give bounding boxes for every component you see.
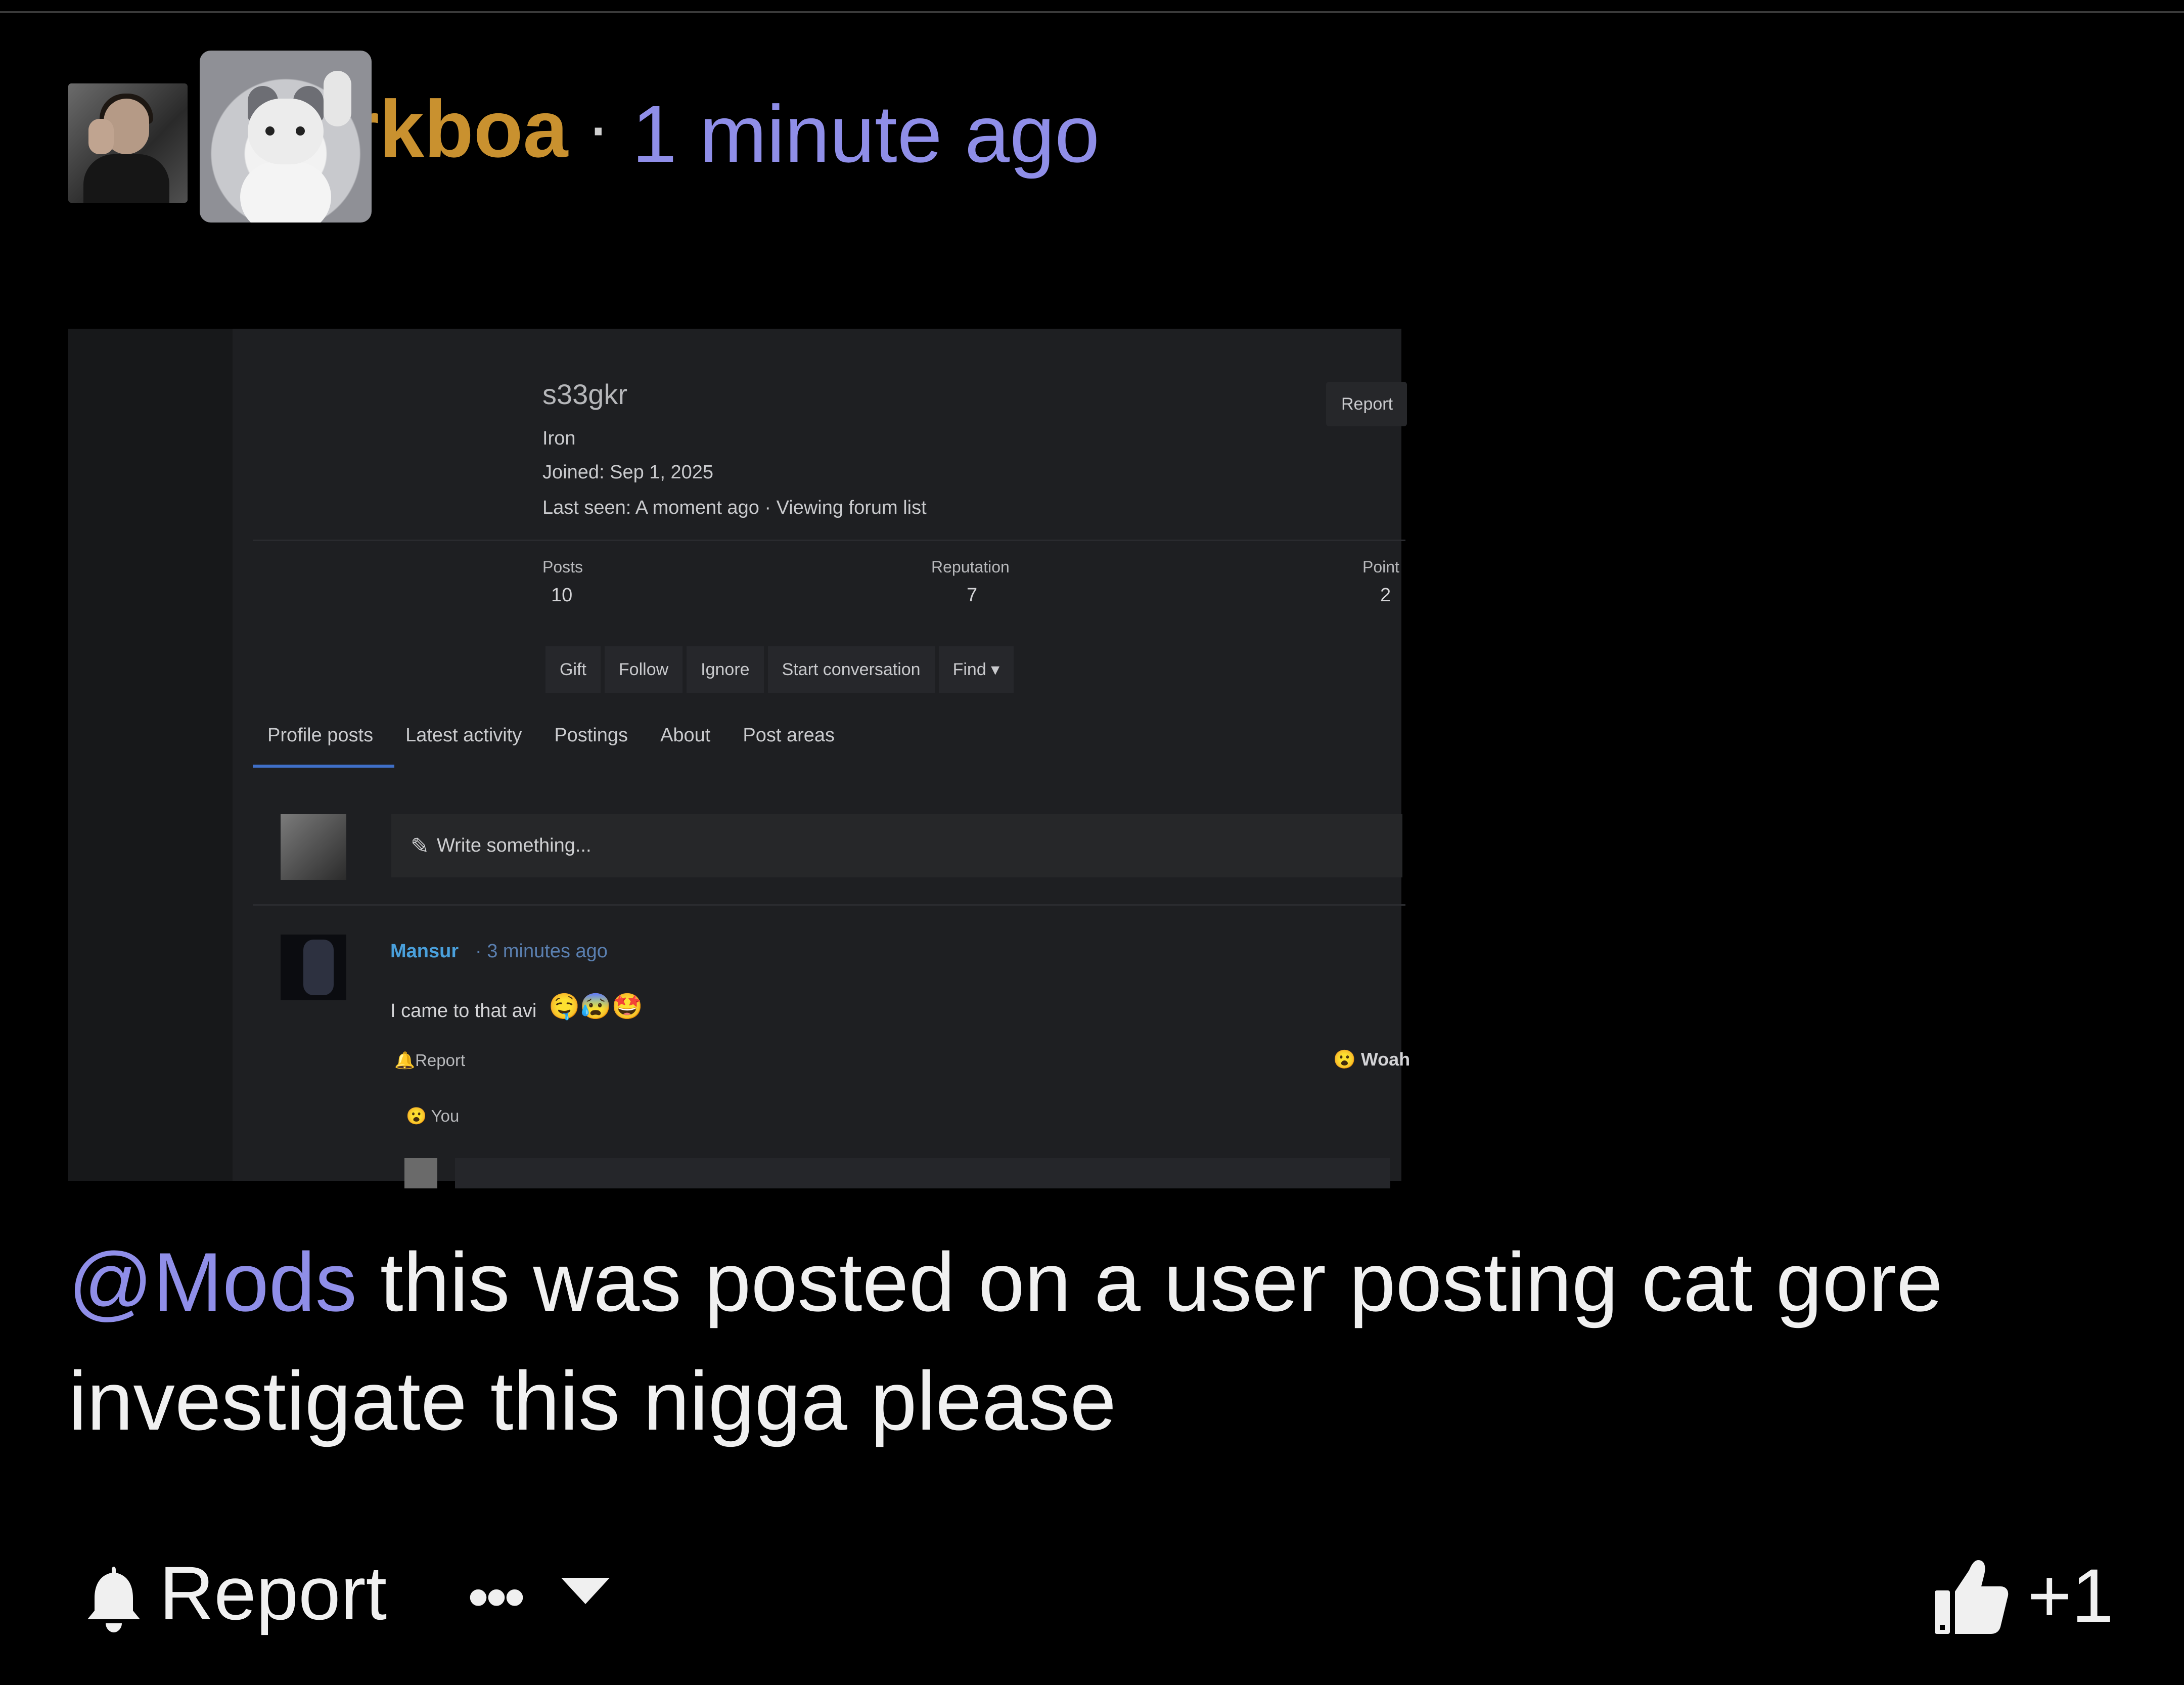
report-button[interactable]: Report <box>159 1555 387 1631</box>
embedded-profile-joined: Joined: Sep 1, 2025 <box>542 462 714 483</box>
embedded-tab-about: About <box>660 725 711 746</box>
embedded-comment-report: 🔔Report <box>394 1051 466 1070</box>
embedded-write-placeholder: Write something... <box>437 835 592 856</box>
mention-link[interactable]: @Mods <box>68 1235 357 1328</box>
embedded-follow-button: Follow <box>604 646 683 693</box>
embedded-stat-label: Point <box>1362 558 1399 576</box>
top-divider <box>0 11 2184 13</box>
embedded-comment-reacted-by: 😮 You <box>406 1106 460 1125</box>
embedded-start-conversation-button: Start conversation <box>767 646 935 693</box>
embedded-reply-box <box>455 1158 1390 1188</box>
post-message: @Mods this was posted on a user posting … <box>68 1223 2090 1460</box>
embedded-comment-text: I came to that avi <box>390 1000 537 1022</box>
embedded-tab-profile-posts: Profile posts <box>267 725 374 746</box>
embedded-profile-name: s33gkr <box>542 378 628 410</box>
pencil-icon: ✎ <box>411 834 429 859</box>
embedded-find-button: Find ▾ <box>938 646 1014 693</box>
embedded-comment-time: · 3 minutes ago <box>475 941 608 962</box>
embedded-stat-label: Posts <box>542 558 583 576</box>
more-options-button[interactable]: ••• <box>468 1567 525 1627</box>
author-avatar[interactable] <box>68 83 188 203</box>
embedded-active-tab-indicator <box>253 765 394 768</box>
embedded-report-button: Report <box>1326 382 1407 426</box>
embedded-stat-value: 10 <box>551 585 573 606</box>
embedded-comment-emoji: 🤤😰🤩 <box>549 992 643 1021</box>
embedded-tab-latest-activity: Latest activity <box>405 725 522 746</box>
embedded-tab-postings: Postings <box>554 725 628 746</box>
embedded-comment-reaction: 😮 Woah <box>1333 1049 1410 1070</box>
embedded-write-box: ✎ Write something... <box>391 814 1402 877</box>
meta-separator: · <box>586 86 610 166</box>
embedded-comment-avatar <box>281 935 346 1000</box>
bell-icon: 🔔 <box>394 1051 416 1070</box>
embedded-gift-button: Gift <box>545 646 601 693</box>
chevron-down-icon[interactable] <box>561 1578 610 1604</box>
embedded-divider <box>253 540 1405 541</box>
post-timestamp[interactable]: 1 minute ago <box>632 94 1100 174</box>
embedded-stat-label: Reputation <box>931 558 1010 576</box>
embedded-reply-avatar <box>404 1158 437 1188</box>
embedded-profile-last-seen: Last seen: A moment ago · Viewing forum … <box>542 497 927 518</box>
embedded-divider <box>253 904 1405 906</box>
embedded-action-bar: Gift Follow Ignore Start conversation Fi… <box>545 646 1014 693</box>
embedded-ignore-button: Ignore <box>687 646 764 693</box>
bell-icon[interactable] <box>83 1563 144 1633</box>
embedded-profile-rank: Iron <box>542 428 576 449</box>
embedded-stat-value: 7 <box>967 585 978 606</box>
embedded-comment-author: Mansur <box>390 941 459 962</box>
attached-screenshot[interactable] <box>68 329 1401 1181</box>
embedded-viewer-avatar <box>281 814 346 880</box>
embedded-stat-value: 2 <box>1380 585 1391 606</box>
embedded-tab-post-areas: Post areas <box>743 725 835 746</box>
embedded-profile-avatar <box>200 51 372 223</box>
embedded-tabs: Profile posts Latest activity Postings A… <box>267 726 835 745</box>
thumbs-up-icon[interactable] <box>1934 1555 2010 1636</box>
like-count[interactable]: +1 <box>2027 1558 2114 1633</box>
